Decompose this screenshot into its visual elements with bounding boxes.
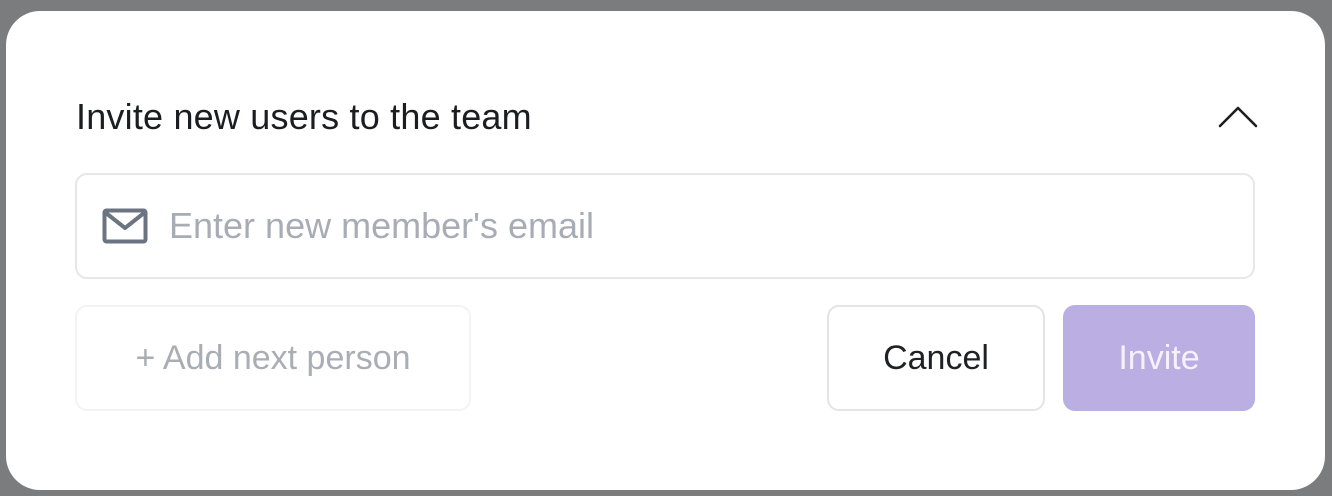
cancel-button[interactable]: Cancel (827, 305, 1045, 411)
chevron-up-icon (1218, 106, 1258, 128)
collapse-button[interactable] (1216, 95, 1260, 139)
invite-button[interactable]: Invite (1063, 305, 1255, 411)
email-input[interactable] (167, 195, 1253, 257)
invite-users-dialog: Invite new users to the team + Add next … (6, 11, 1325, 490)
dialog-header: Invite new users to the team (76, 95, 1258, 139)
mail-icon (101, 207, 149, 245)
dialog-title: Invite new users to the team (76, 96, 532, 137)
email-field[interactable] (75, 173, 1255, 279)
add-next-person-button[interactable]: + Add next person (75, 305, 471, 411)
